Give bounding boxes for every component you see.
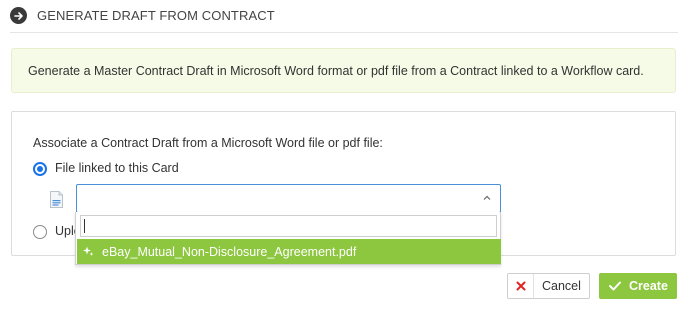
dropdown-option-label: eBay_Mutual_Non-Disclosure_Agreement.pdf bbox=[102, 244, 357, 259]
chevron-up-icon[interactable] bbox=[482, 193, 492, 203]
create-button[interactable]: Create bbox=[599, 273, 677, 299]
associate-label: Associate a Contract Draft from a Micros… bbox=[33, 136, 383, 150]
file-dropdown: eBay_Mutual_Non-Disclosure_Agreement.pdf bbox=[75, 212, 501, 265]
radio-file-linked-label[interactable]: File linked to this Card bbox=[55, 161, 179, 175]
dropdown-search-input[interactable] bbox=[80, 215, 497, 237]
file-select[interactable] bbox=[76, 184, 501, 213]
check-icon bbox=[609, 281, 621, 291]
dropdown-option[interactable]: eBay_Mutual_Non-Disclosure_Agreement.pdf bbox=[77, 239, 501, 264]
dialog-title: GENERATE DRAFT FROM CONTRACT bbox=[37, 8, 275, 23]
document-icon bbox=[50, 191, 63, 208]
cancel-button[interactable]: Cancel bbox=[507, 273, 590, 299]
close-icon bbox=[508, 274, 534, 298]
arrow-right-circle-icon bbox=[10, 7, 27, 24]
cancel-button-label: Cancel bbox=[542, 279, 581, 293]
info-text: Generate a Master Contract Draft in Micr… bbox=[28, 63, 644, 78]
dialog-header: GENERATE DRAFT FROM CONTRACT bbox=[10, 5, 678, 33]
radio-file-linked[interactable] bbox=[33, 162, 47, 176]
create-button-label: Create bbox=[629, 279, 668, 293]
sparkle-icon bbox=[83, 246, 94, 257]
radio-upload[interactable] bbox=[33, 225, 47, 239]
text-cursor bbox=[84, 219, 85, 233]
info-banner: Generate a Master Contract Draft in Micr… bbox=[11, 48, 676, 93]
